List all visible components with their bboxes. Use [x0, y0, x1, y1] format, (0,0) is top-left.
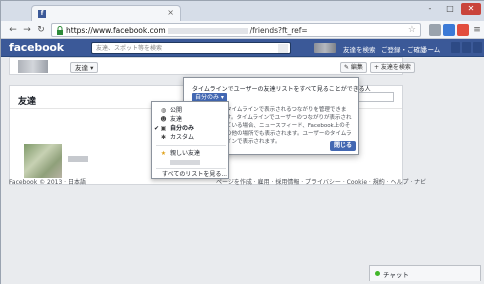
nav-home[interactable]: ホーム — [421, 44, 440, 54]
find-friends-button[interactable]: + 友達を検索 — [370, 62, 415, 73]
url-text: https://www.facebook.com/friends?ft_ref= — [66, 26, 308, 35]
menu-item-friends[interactable]: ☻ 友達 — [152, 115, 228, 124]
close-button[interactable]: 閉じる — [330, 141, 357, 151]
notifications-icon[interactable] — [473, 42, 482, 53]
popover-body: タイムラインで表示されるつながりを管理できます。タイムラインでユーザーのつながり… — [226, 107, 352, 145]
extension-icon[interactable] — [429, 24, 441, 36]
chat-bar[interactable]: チャット — [369, 265, 481, 281]
menu-item-public[interactable]: ◍ 公開 — [152, 106, 228, 115]
edit-button[interactable]: ✎ 編集 — [340, 62, 367, 73]
facebook-header: facebook 友達を検索 ご登録・ご確認 ホーム — [1, 39, 484, 57]
search-input[interactable] — [96, 44, 274, 53]
privacy-dropdown-menu: ◍ 公開 ☻ 友達 ✔ ▣ 自分のみ ✱ カスタム ★ 親しい友達 すべてのリス… — [151, 101, 229, 179]
friend-status-button[interactable]: 友達 ▾ — [70, 62, 99, 73]
notification-icons — [441, 42, 482, 54]
browser-tab[interactable]: f × — [31, 5, 181, 21]
url-host: https://www.facebook.com — [66, 26, 166, 35]
url-redacted — [167, 28, 248, 34]
menu-divider — [156, 168, 226, 169]
bookmark-star-icon[interactable]: ☆ — [408, 25, 416, 35]
nav-find-friends[interactable]: 友達を検索 — [343, 44, 376, 54]
menu-item-custom[interactable]: ✱ カスタム — [152, 133, 228, 142]
facebook-logo[interactable]: facebook — [9, 41, 64, 54]
extension-icon[interactable] — [457, 24, 469, 36]
reload-icon[interactable]: ↻ — [35, 24, 47, 36]
search-icon[interactable] — [278, 44, 288, 53]
back-arrow-icon[interactable]: ← — [7, 24, 19, 36]
browser-toolbar: ← → ↻ https://www.facebook.com/friends?f… — [1, 21, 484, 39]
friends-icon: ☻ — [160, 116, 167, 123]
close-window-button[interactable]: ✕ — [461, 3, 481, 15]
menu-item-see-all-lists[interactable]: すべてのリストを見る... — [152, 170, 228, 179]
redacted-list-name — [170, 160, 200, 165]
menu-item-blurred[interactable] — [152, 158, 228, 167]
tab-close-icon[interactable]: × — [167, 8, 174, 17]
address-bar[interactable]: https://www.facebook.com/friends?ft_ref=… — [51, 23, 421, 37]
url-path: /friends?ft_ref= — [249, 26, 308, 35]
facebook-search[interactable] — [91, 42, 291, 54]
online-status-icon — [375, 271, 380, 276]
browser-window: f × - □ ✕ ← → ↻ https://www.facebook.com… — [0, 0, 484, 284]
star-icon: ★ — [160, 150, 167, 157]
extension-icon[interactable] — [443, 24, 455, 36]
secure-lock-icon — [57, 26, 63, 35]
menu-item-close-friends[interactable]: ★ 親しい友達 — [152, 149, 228, 158]
menu-divider — [156, 145, 226, 146]
friend-requests-icon[interactable] — [451, 42, 460, 53]
profile-picture[interactable] — [18, 60, 48, 73]
page-content: 友達 ▾ ✎ 編集 + 友達を検索 友達 Facebook © 2013 · 日… — [1, 57, 484, 284]
minimize-button[interactable]: - — [421, 3, 439, 15]
popover-title: タイムラインでユーザーの友達リストをすべて見ることができる人 — [192, 86, 371, 93]
footer-links[interactable]: ページを作成 · 雇用 · 採用情報 · プライバシー · Cookie · 規… — [216, 177, 426, 186]
tab-strip: f × - □ ✕ — [1, 1, 484, 21]
profile-header: 友達 ▾ ✎ 編集 + 友達を検索 — [9, 57, 415, 75]
page-title: 友達 — [18, 97, 37, 107]
forward-arrow-icon[interactable]: → — [21, 24, 33, 36]
chat-label: チャット — [383, 271, 409, 279]
footer-copyright: Facebook © 2013 · 日本語 — [9, 179, 86, 186]
avatar[interactable] — [314, 43, 336, 53]
browser-menu-icon[interactable]: ≡ — [471, 24, 483, 36]
checkmark-icon: ✔ — [154, 125, 160, 132]
maximize-button[interactable]: □ — [441, 3, 459, 15]
friend-name[interactable] — [68, 156, 88, 162]
gear-icon: ✱ — [160, 134, 167, 141]
messages-icon[interactable] — [462, 42, 471, 53]
globe-icon: ◍ — [160, 107, 167, 114]
nav-register[interactable]: ご登録・ご確認 — [381, 44, 427, 54]
friend-photo[interactable] — [24, 144, 62, 178]
facebook-favicon-icon: f — [38, 10, 46, 18]
lock-icon: ▣ — [160, 125, 167, 132]
menu-item-only-me[interactable]: ✔ ▣ 自分のみ — [152, 124, 228, 133]
